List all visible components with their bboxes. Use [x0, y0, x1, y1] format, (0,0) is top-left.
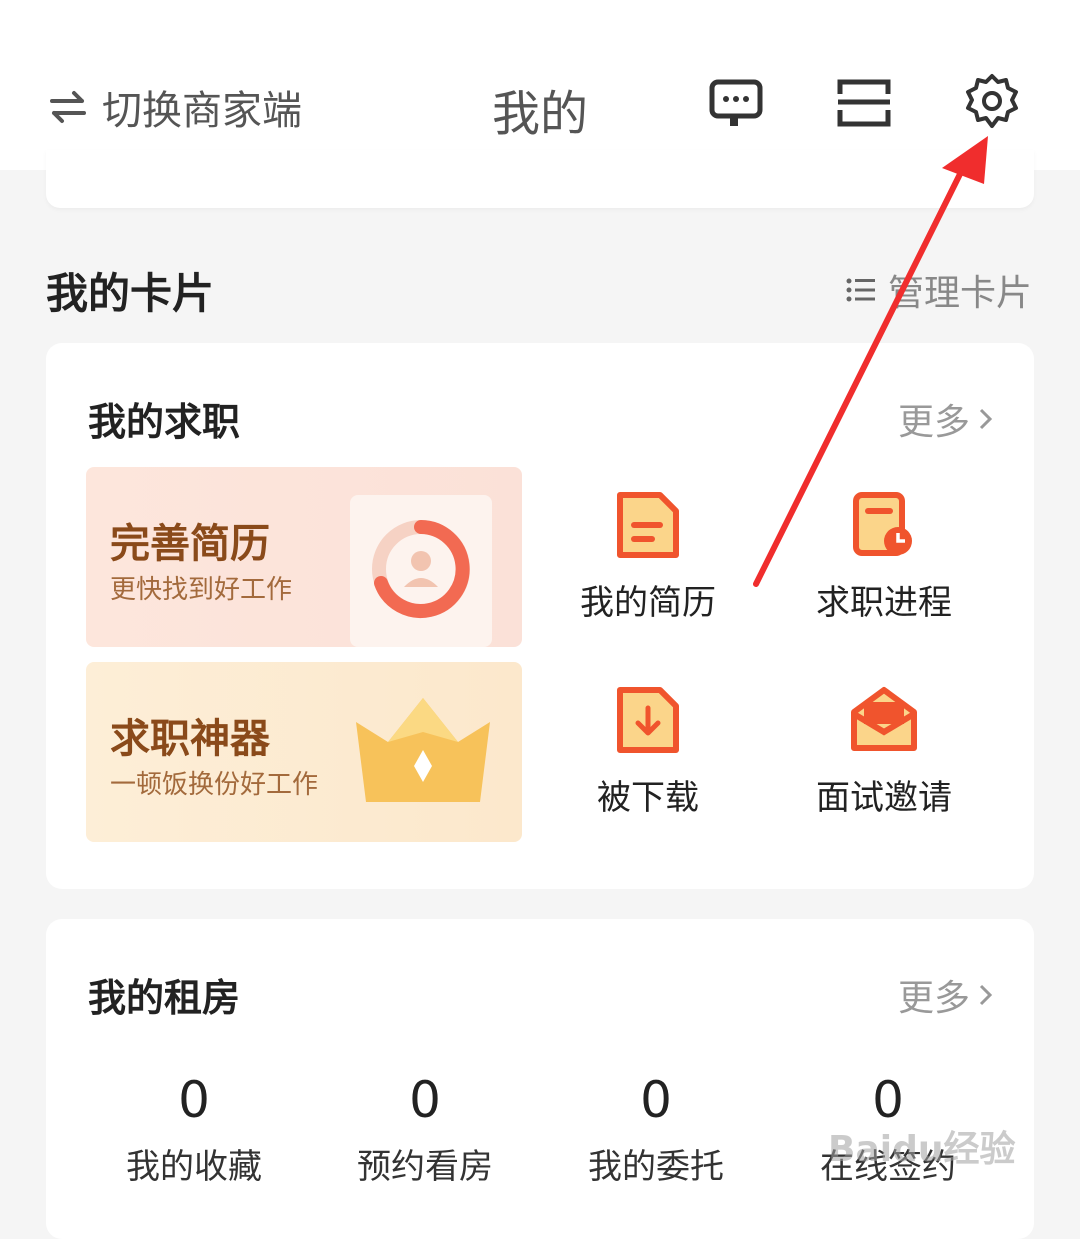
chevron-right-icon: [979, 984, 993, 1006]
section-title-my-cards: 我的卡片: [46, 269, 215, 318]
stat-viewing-appointments[interactable]: 0 预约看房: [315, 1071, 535, 1188]
job-more-label: 更多: [897, 402, 970, 443]
chevron-right-icon: [979, 408, 993, 430]
grid-item-interview-invite[interactable]: 面试邀请: [784, 686, 984, 819]
stat-label: 我的委托: [588, 1147, 724, 1187]
manage-cards-button[interactable]: 管理卡片: [846, 264, 1032, 316]
crown-icon: [356, 698, 490, 802]
resume-icon: [617, 492, 679, 558]
promo-complete-resume[interactable]: 完善简历 更快找到好工作: [86, 467, 522, 647]
rent-more-button[interactable]: 更多: [898, 969, 994, 1021]
switch-merchant-button[interactable]: 切换商家端: [48, 78, 302, 136]
rent-card-title: 我的租房: [88, 976, 241, 1020]
customer-service-icon[interactable]: [706, 72, 766, 132]
stat-favorites[interactable]: 0 我的收藏: [84, 1071, 304, 1188]
job-more-button[interactable]: 更多: [898, 393, 994, 445]
grid-item-job-progress[interactable]: 求职进程: [784, 491, 984, 624]
job-card-title: 我的求职: [88, 400, 241, 444]
stat-value: 0: [178, 1071, 210, 1129]
promo-headline: 完善简历: [110, 521, 270, 567]
page-title: 我的: [491, 86, 588, 142]
promo-headline: 求职神器: [110, 716, 270, 762]
rent-more-label: 更多: [897, 978, 970, 1019]
grid-item-label: 面试邀请: [816, 778, 952, 818]
stat-label: 我的收藏: [126, 1147, 262, 1187]
switch-arrows-icon: [50, 91, 86, 123]
promo-job-tool[interactable]: 求职神器 一顿饭换份好工作: [86, 662, 522, 842]
grid-item-label: 被下载: [597, 778, 699, 818]
list-icon: [846, 278, 875, 302]
grid-item-label: 我的简历: [580, 583, 716, 623]
grid-item-my-resume[interactable]: 我的简历: [548, 491, 748, 624]
resume-ring-icon: [350, 495, 492, 647]
stat-label: 预约看房: [357, 1147, 493, 1187]
watermark: Baidu经验: [828, 1129, 1016, 1170]
scan-icon[interactable]: [834, 72, 894, 132]
stat-value: 0: [409, 1071, 441, 1129]
settings-icon[interactable]: [962, 72, 1022, 132]
download-icon: [617, 687, 679, 753]
promo-subtitle: 一顿饭换份好工作: [110, 770, 319, 800]
stat-value: 0: [640, 1071, 672, 1129]
grid-item-downloaded[interactable]: 被下载: [548, 686, 748, 819]
promo-subtitle: 更快找到好工作: [110, 575, 293, 605]
rent-card: 我的租房 更多 0 我的收藏 0 预约看房 0 我的委托 0 在线签约: [46, 919, 1034, 1239]
top-bar: 切换商家端 我的: [0, 0, 1080, 170]
switch-merchant-label: 切换商家端: [102, 88, 302, 134]
grid-item-label: 求职进程: [816, 583, 952, 623]
manage-cards-label: 管理卡片: [887, 273, 1032, 314]
previous-card-bottom: [46, 150, 1034, 208]
stat-entrustments[interactable]: 0 我的委托: [546, 1071, 766, 1188]
envelope-icon: [851, 687, 917, 751]
progress-icon: [853, 492, 912, 556]
job-card: 我的求职 更多 完善简历 更快找到好工作 求职神器 一顿饭换份好工作 我的简历 …: [46, 343, 1034, 889]
